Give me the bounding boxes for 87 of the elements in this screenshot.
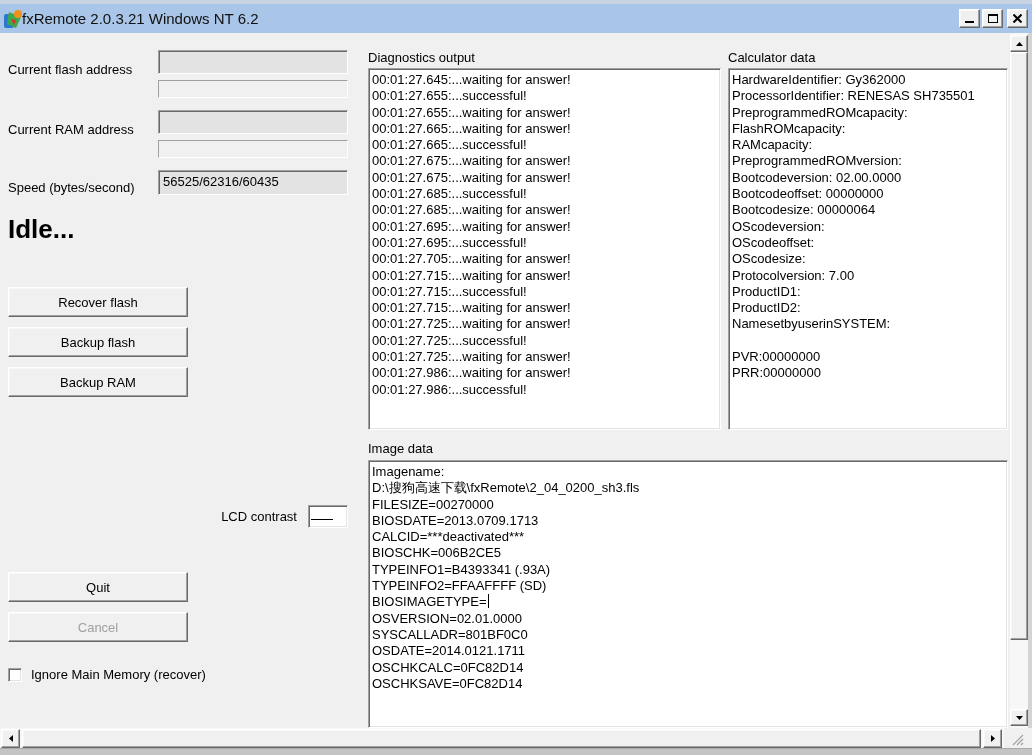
info-line: BIOSDATE=2013.0709.1713 xyxy=(372,512,539,528)
info-line: PreprogrammedROMversion: xyxy=(732,153,903,170)
info-line: ProductID1: xyxy=(732,283,802,301)
scroll-right-button[interactable] xyxy=(983,728,1002,748)
maximize-button[interactable] xyxy=(982,9,1003,28)
text-field[interactable] xyxy=(158,140,348,158)
window-title: fxRemote 2.0.3.21 Windows NT 6.2 xyxy=(22,10,259,27)
right-arrow-icon xyxy=(990,734,995,742)
contrast-field[interactable] xyxy=(308,505,348,528)
scroll-up-button[interactable] xyxy=(1010,35,1028,52)
info-line: SYSCALLADR=801BF0C0 xyxy=(372,626,528,642)
info-line: TYPEINFO2=FFAAFFFF (SD) xyxy=(372,578,547,594)
info-line: TYPEINFO1=B4393341 (.93A) xyxy=(372,561,551,577)
action-button[interactable]: Backup flash xyxy=(8,327,188,357)
left-arrow-icon xyxy=(8,734,13,742)
log-line: 00:01:27.695:...waiting for answer! xyxy=(372,218,572,235)
info-line: Protocolversion: 7.00 xyxy=(732,267,856,284)
down-arrow-icon xyxy=(1015,715,1023,720)
info-line: FILESIZE=00270000 xyxy=(372,496,494,512)
info-line: FlashROMcapacity: xyxy=(732,120,847,138)
field-label: LCD contrast xyxy=(221,509,297,524)
field-label: Current RAM address xyxy=(8,121,135,139)
log-line: 00:01:27.685:...waiting for answer! xyxy=(372,202,572,219)
panel-label: Diagnostics output xyxy=(368,51,475,67)
log-line: 00:01:27.675:...waiting for answer! xyxy=(372,153,572,170)
info-line: ProductID2: xyxy=(732,300,802,317)
action-button[interactable]: Recover flash xyxy=(8,287,188,317)
info-line: PVR:00000000 xyxy=(732,349,822,366)
minimize-icon xyxy=(965,21,974,23)
scrollbar-thumb[interactable] xyxy=(1010,52,1028,640)
app-icon xyxy=(4,9,22,28)
scroll-down-button[interactable] xyxy=(1010,709,1028,726)
log-line: 00:01:27.725:...successful! xyxy=(372,332,528,350)
info-line: OScodeversion: xyxy=(732,218,826,235)
log-line: 00:01:27.685:...successful! xyxy=(372,186,528,203)
checkbox[interactable] xyxy=(8,667,22,682)
log-line: 00:01:27.986:...waiting for answer! xyxy=(372,365,572,382)
log-line: 00:01:27.715:...successful! xyxy=(372,283,528,301)
info-line: Bootcodesize: 00000064 xyxy=(732,202,877,219)
info-line: OSDATE=2014.0121.1711 xyxy=(372,643,526,659)
panel-label: Calculator data xyxy=(728,51,816,67)
checkbox-label: Ignore Main Memory (recover) xyxy=(31,667,206,682)
info-line: BIOSCHK=006B2CE5 xyxy=(372,545,501,561)
log-line: 00:01:27.695:...successful! xyxy=(372,234,528,252)
info-line: Imagename: xyxy=(372,464,445,479)
info-line: ProcessorIdentifier: RENESAS SH735501 xyxy=(732,88,976,105)
log-line: 00:01:27.725:...waiting for answer! xyxy=(372,349,572,366)
scroll-left-button[interactable] xyxy=(1,728,20,748)
info-line: PreprogrammedROMcapacity: xyxy=(732,104,909,121)
log-line: 00:01:27.705:...waiting for answer! xyxy=(372,251,572,268)
log-line: 00:01:27.715:...waiting for answer! xyxy=(372,300,572,317)
info-line: CALCID=***deactivated*** xyxy=(372,529,525,545)
field-label: Speed (bytes/second) xyxy=(8,179,136,195)
log-line: 00:01:27.655:...waiting for answer! xyxy=(372,104,572,121)
log-line: 00:01:27.665:...successful! xyxy=(372,137,528,154)
info-line: OSCHKCALC=0FC82D14 xyxy=(372,659,524,675)
log-line: 00:01:27.645:...waiting for answer! xyxy=(372,72,572,89)
info-line: D:\搜狗高速下载\fxRemote\2_04_0200_sh3.fls xyxy=(372,480,640,496)
log-line: 00:01:27.655:...successful! xyxy=(372,88,528,105)
action-button[interactable]: Quit xyxy=(8,572,188,602)
panel-label: Image data xyxy=(368,440,434,458)
info-line: HardwareIdentifier: Gy362000 xyxy=(732,72,907,89)
field-label: Current flash address xyxy=(8,61,134,79)
info-line: RAMcapacity: xyxy=(732,137,814,154)
info-line: Bootcodeoffset: 00000000 xyxy=(732,186,885,203)
size-grip-icon xyxy=(1012,734,1024,746)
info-line: PRR:00000000 xyxy=(732,365,822,382)
close-icon xyxy=(1013,14,1022,23)
log-line: 00:01:27.986:...successful! xyxy=(372,381,528,398)
up-arrow-icon xyxy=(1015,41,1023,46)
action-button[interactable]: Backup RAM xyxy=(8,367,188,397)
info-line: OSCHKSAVE=0FC82D14 xyxy=(372,675,523,691)
info-line: BIOSIMAGETYPE= xyxy=(372,594,487,610)
info-line: OSVERSION=02.01.0000 xyxy=(372,610,522,626)
minimize-button[interactable] xyxy=(959,9,980,28)
status-text: Idle... xyxy=(8,213,75,245)
text-field[interactable] xyxy=(158,80,348,98)
log-line: 00:01:27.715:...waiting for answer! xyxy=(372,267,572,284)
info-line: OScodesize: xyxy=(732,251,807,268)
log-line: 00:01:27.725:...waiting for answer! xyxy=(372,316,572,333)
info-line: Bootcodeversion: 02.00.0000 xyxy=(732,169,903,187)
log-line: 00:01:27.675:...waiting for answer! xyxy=(372,169,572,187)
close-button[interactable] xyxy=(1007,9,1028,28)
info-line: NamesetbyuserinSYSTEM: xyxy=(732,316,892,333)
log-line: 00:01:27.665:...waiting for answer! xyxy=(372,120,572,138)
info-line: OScodeoffset: xyxy=(732,234,816,252)
maximize-icon xyxy=(987,14,998,23)
